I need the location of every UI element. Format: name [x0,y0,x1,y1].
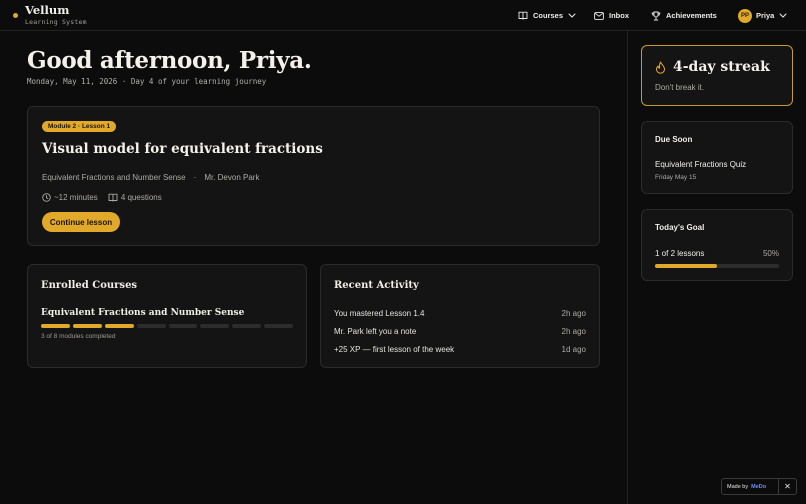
enrolled-course-name[interactable]: Equivalent Fractions and Number Sense [41,308,244,318]
enrolled-heading: Enrolled Courses [41,280,138,291]
goal-progress-bar [655,264,779,268]
lesson-meta: Equivalent Fractions and Number Sense · Mr… [42,173,259,182]
goal-heading: Today's Goal [655,223,705,232]
lesson-badge: Module 2 · Lesson 1 [42,121,117,132]
made-by-label: Made by [727,483,749,490]
module-segment [168,324,198,328]
activity-time: 2h ago [561,327,586,336]
trophy-icon [651,11,661,21]
modules-completed-text: 3 of 8 modules completed [41,333,116,340]
made-by-text: Made by MeDo [722,484,766,490]
brand-name[interactable]: Vellum [25,3,69,17]
brand-subtitle: Learning System [25,18,87,26]
lesson-instructor: Mr. Devon Park [204,173,260,182]
brand-dot-icon [13,13,18,18]
chevron-down-icon [779,13,787,18]
goal-progress-fill [655,264,717,268]
activity-time: 1d ago [561,345,586,354]
module-segment [104,324,134,328]
nav-achievements-button[interactable]: Achievements [651,0,717,31]
lesson-stats: ~12 minutes 4 questions [42,193,172,202]
module-segment [232,324,262,328]
lesson-title: Visual model for equivalent fractions [42,141,323,157]
due-soon-heading: Due Soon [655,135,693,144]
nav-courses-button[interactable]: Courses [518,0,576,31]
nav-courses-label: Courses [533,11,564,20]
activity-heading: Recent Activity [334,280,419,291]
goal-progress-text: 1 of 2 lessons [655,249,705,258]
activity-text: You mastered Lesson 1.4 [334,309,425,318]
lesson-duration: ~12 minutes [42,193,98,202]
streak-card: 4-day streak Don't break it. [641,45,793,106]
current-lesson-card: Module 2 · Lesson 1 Visual model for equ… [27,106,600,246]
enrolled-courses-card: Enrolled Courses Equivalent Fractions an… [27,264,307,368]
lesson-course: Equivalent Fractions and Number Sense [42,173,186,182]
module-segment [136,324,166,328]
module-segment [200,324,230,328]
goal-percent: 50% [762,249,779,258]
page-title: Good afternoon, Priya. [27,47,312,74]
recent-activity-card: Recent Activity You mastered Lesson 1.4 … [320,264,600,368]
nav-achievements-label: Achievements [666,11,717,20]
made-by-badge[interactable]: Made by MeDo ✕ [721,478,797,495]
module-segment [264,324,293,328]
book-icon [518,11,528,20]
top-bar: Vellum Learning System Courses Inbox Ach… [0,0,806,31]
user-name: Priya [756,11,775,20]
module-segment [41,324,70,328]
flame-icon [656,61,665,74]
due-item-date: Friday May 15 [655,174,697,181]
continue-lesson-button[interactable]: Continue lesson [42,212,120,232]
streak-label: 4-day streak [673,59,770,75]
questions-label: 4 questions [120,193,162,202]
mail-icon [594,11,604,20]
duration-label: ~12 minutes [54,193,98,202]
module-segment [72,324,102,328]
due-soon-card: Due Soon Equivalent Fractions Quiz Frida… [641,121,793,194]
streak-title: 4-day streak [655,59,770,75]
module-progress-bar [41,324,293,328]
lesson-questions: 4 questions [108,193,162,202]
close-icon[interactable]: ✕ [778,479,796,494]
activity-item: +25 XP — first lesson of the week 1d ago [334,345,586,354]
streak-subtitle: Don't break it. [655,83,705,92]
due-item-name[interactable]: Equivalent Fractions Quiz [655,160,746,169]
book-icon [108,193,118,202]
nav-inbox-button[interactable]: Inbox [594,0,629,31]
chevron-down-icon [568,13,576,18]
activity-text: Mr. Park left you a note [334,327,417,336]
date-line: Monday, May 11, 2026 · Day 4 of your lea… [27,77,267,86]
meta-separator: · [193,173,197,182]
activity-item: Mr. Park left you a note 2h ago [334,327,586,336]
activity-time: 2h ago [561,309,586,318]
user-menu-button[interactable]: PP Priya [738,0,787,31]
nav-inbox-label: Inbox [609,11,629,20]
clock-icon [42,193,51,202]
goal-row: 1 of 2 lessons 50% [655,249,779,258]
made-by-logo: MeDo [751,483,767,490]
todays-goal-card: Today's Goal 1 of 2 lessons 50% [641,209,793,281]
activity-text: +25 XP — first lesson of the week [334,345,455,354]
avatar: PP [738,8,752,23]
activity-item: You mastered Lesson 1.4 2h ago [334,309,586,318]
